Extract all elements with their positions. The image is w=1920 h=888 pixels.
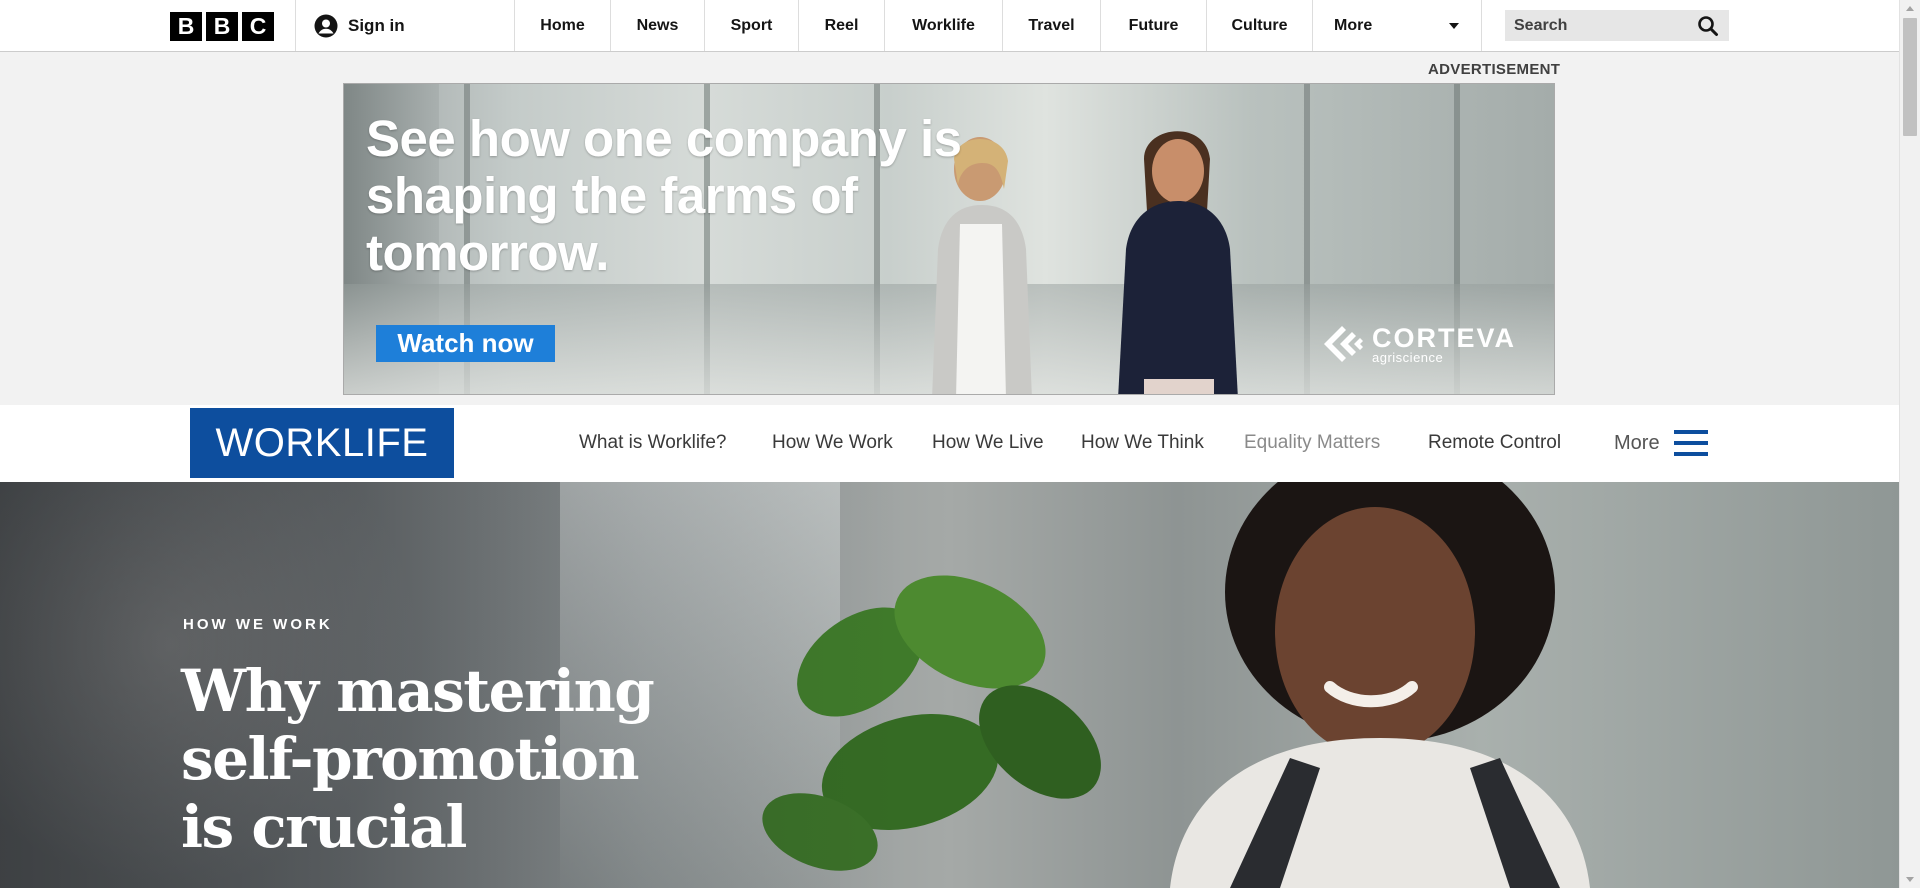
nav-item-label: News <box>636 16 679 34</box>
user-icon <box>314 14 338 38</box>
nav-item-travel[interactable]: Travel <box>1002 0 1100 51</box>
nav-item-reel[interactable]: Reel <box>798 0 884 51</box>
hero-person-image <box>1170 482 1590 888</box>
ad-watch-now-button[interactable]: Watch now <box>376 325 555 362</box>
nav-item-label: Reel <box>824 16 859 34</box>
corteva-logo: CORTEVA agriscience <box>1322 324 1516 364</box>
advertisement-label: ADVERTISEMENT <box>1428 61 1561 78</box>
scroll-down-arrow-icon[interactable] <box>1906 877 1914 882</box>
worklife-nav-how-we-live[interactable]: How We Live <box>932 432 1044 454</box>
scroll-up-arrow-icon[interactable] <box>1906 6 1914 11</box>
worklife-more-menu[interactable]: More <box>1614 430 1708 456</box>
worklife-nav: WORKLIFE What is Worklife? How We Work H… <box>0 405 1899 482</box>
corteva-mark-icon <box>1324 326 1363 362</box>
search-icon[interactable] <box>1697 15 1719 37</box>
bbc-logo-letter: B <box>170 12 202 41</box>
scrollbar-thumb[interactable] <box>1903 18 1917 136</box>
worklife-nav-how-we-think[interactable]: How We Think <box>1081 432 1204 454</box>
worklife-more-label: More <box>1614 431 1660 454</box>
divider <box>295 0 296 51</box>
worklife-nav-what-is-worklife[interactable]: What is Worklife? <box>579 432 726 454</box>
hero-section: HOW WE WORK Why mastering self-promotion… <box>0 482 1899 888</box>
bbc-logo-letter: C <box>242 12 274 41</box>
nav-item-label: Sport <box>730 16 773 34</box>
ad-person-image <box>1118 131 1238 394</box>
worklife-logo[interactable]: WORKLIFE <box>190 408 454 478</box>
nav-item-label: Worklife <box>912 16 975 34</box>
advertisement-banner[interactable]: See how one company is shaping the farms… <box>343 83 1555 395</box>
page-scrollbar[interactable] <box>1899 0 1920 888</box>
article-title[interactable]: Why mastering self-promotion is crucial <box>181 657 701 861</box>
nav-item-future[interactable]: Future <box>1100 0 1206 51</box>
nav-item-label: Travel <box>1028 16 1075 34</box>
nav-item-news[interactable]: News <box>610 0 704 51</box>
worklife-nav-how-we-work[interactable]: How We Work <box>772 432 893 454</box>
ad-headline: See how one company is shaping the farms… <box>366 110 962 281</box>
search-placeholder: Search <box>1514 16 1568 34</box>
hero-kicker[interactable]: HOW WE WORK <box>183 616 333 633</box>
hamburger-icon <box>1673 430 1708 456</box>
worklife-nav-remote-control[interactable]: Remote Control <box>1428 432 1561 454</box>
nav-item-sport[interactable]: Sport <box>704 0 798 51</box>
corteva-name: CORTEVA <box>1372 322 1517 353</box>
bbc-global-nav: B B C Sign in Home News Sport Reel Workl… <box>0 0 1899 52</box>
sign-in-label: Sign in <box>348 16 405 35</box>
nav-item-label: Future <box>1128 16 1179 34</box>
nav-item-culture[interactable]: Culture <box>1206 0 1312 51</box>
nav-item-home[interactable]: Home <box>514 0 610 51</box>
nav-item-label: Culture <box>1231 16 1288 34</box>
bbc-logo[interactable]: B B C <box>170 12 274 41</box>
sign-in-link[interactable]: Sign in <box>314 14 405 38</box>
nav-more-dropdown[interactable]: More <box>1312 0 1482 51</box>
chevron-down-icon <box>1449 23 1459 29</box>
nav-more-label: More <box>1334 16 1373 34</box>
worklife-nav-equality-matters[interactable]: Equality Matters <box>1244 432 1380 454</box>
global-nav-menu: Home News Sport Reel Worklife Travel Fut… <box>514 0 1482 51</box>
nav-item-label: Home <box>540 16 585 34</box>
search-input[interactable]: Search <box>1505 10 1729 41</box>
bbc-logo-letter: B <box>206 12 238 41</box>
corteva-wordmark: CORTEVA agriscience <box>1372 322 1517 364</box>
nav-item-worklife[interactable]: Worklife <box>884 0 1002 51</box>
